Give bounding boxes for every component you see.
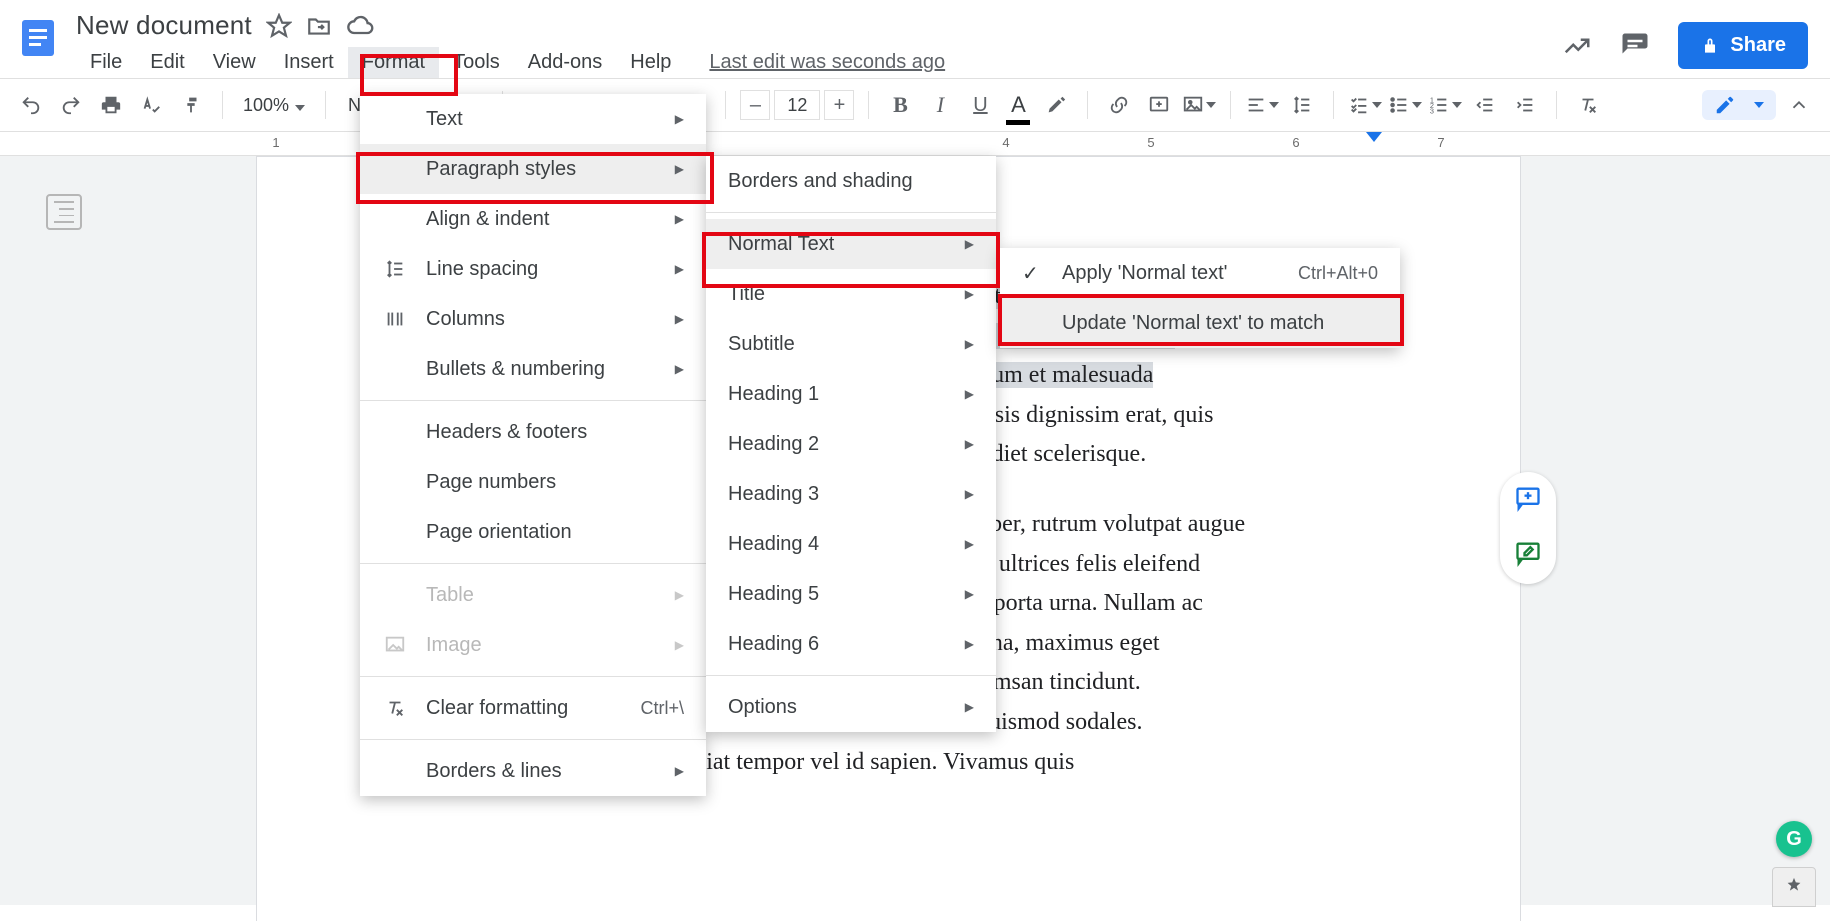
para-options[interactable]: Options▶ (706, 682, 996, 732)
menu-view[interactable]: View (199, 47, 270, 78)
title-bar: New document File Edit View Insert Forma… (0, 0, 1830, 78)
menu-insert[interactable]: Insert (270, 47, 348, 78)
ruler-tick: 7 (1437, 135, 1444, 150)
text-color-icon[interactable]: A (1003, 88, 1033, 122)
clear-format-icon[interactable] (1571, 88, 1605, 122)
grammarly-icon[interactable]: G (1776, 821, 1812, 857)
bulleted-list-icon[interactable] (1388, 88, 1422, 122)
line-spacing-icon[interactable] (1285, 88, 1319, 122)
para-subtitle[interactable]: Subtitle▶ (706, 319, 996, 369)
para-h4[interactable]: Heading 4▶ (706, 519, 996, 569)
format-image: Image▶ (360, 620, 706, 670)
para-h1[interactable]: Heading 1▶ (706, 369, 996, 419)
format-page-orientation[interactable]: Page orientation (360, 507, 706, 557)
menu-edit[interactable]: Edit (136, 47, 198, 78)
svg-text:3: 3 (1430, 106, 1434, 115)
ruler[interactable]: 1 4 5 6 7 (0, 132, 1830, 156)
format-columns[interactable]: Columns▶ (360, 294, 706, 344)
indent-increase-icon[interactable] (1508, 88, 1542, 122)
paint-format-icon[interactable] (174, 88, 208, 122)
paragraph-styles-menu: Borders and shading Normal Text▶ Title▶ … (706, 156, 996, 732)
move-icon[interactable] (306, 13, 332, 39)
explore-button[interactable] (1772, 867, 1816, 907)
para-h3[interactable]: Heading 3▶ (706, 469, 996, 519)
checklist-icon[interactable] (1348, 88, 1382, 122)
normal-text-submenu: ✓Apply 'Normal text'Ctrl+Alt+0 Update 'N… (1000, 248, 1400, 348)
menu-help[interactable]: Help (616, 47, 685, 78)
menu-format[interactable]: Format (348, 47, 439, 78)
toolbar: 100% Normal text Times New … – 12 + B I … (0, 78, 1830, 132)
font-size-stepper: – 12 + (740, 90, 854, 120)
spellcheck-icon[interactable] (134, 88, 168, 122)
ruler-tick: 4 (1002, 135, 1009, 150)
para-h5[interactable]: Heading 5▶ (706, 569, 996, 619)
menu-addons[interactable]: Add-ons (514, 47, 617, 78)
print-icon[interactable] (94, 88, 128, 122)
ruler-tick: 5 (1147, 135, 1154, 150)
bold-icon[interactable]: B (883, 88, 917, 122)
format-text[interactable]: Text▶ (360, 94, 706, 144)
zoom-select[interactable]: 100% (237, 95, 311, 116)
italic-icon[interactable]: I (923, 88, 957, 122)
format-headers[interactable]: Headers & footers (360, 407, 706, 457)
para-h2[interactable]: Heading 2▶ (706, 419, 996, 469)
last-edit-link[interactable]: Last edit was seconds ago (709, 51, 945, 74)
format-menu: Text▶ Paragraph styles▶ Align & indent▶ … (360, 94, 706, 796)
font-size-minus[interactable]: – (740, 90, 770, 120)
doc-title[interactable]: New document (76, 10, 252, 41)
update-normal[interactable]: Update 'Normal text' to match (1000, 298, 1400, 348)
insert-image-icon[interactable] (1182, 88, 1216, 122)
font-size-value[interactable]: 12 (774, 90, 820, 120)
format-align[interactable]: Align & indent▶ (360, 194, 706, 244)
ruler-tick: 6 (1292, 135, 1299, 150)
align-icon[interactable] (1245, 88, 1279, 122)
share-label: Share (1730, 34, 1786, 57)
insert-link-icon[interactable] (1102, 88, 1136, 122)
apply-normal[interactable]: ✓Apply 'Normal text'Ctrl+Alt+0 (1000, 248, 1400, 298)
share-button[interactable]: Share (1678, 22, 1808, 69)
star-icon[interactable] (266, 13, 292, 39)
format-page-numbers[interactable]: Page numbers (360, 457, 706, 507)
undo-icon[interactable] (14, 88, 48, 122)
format-table: Table▶ (360, 570, 706, 620)
add-comment-floating-icon[interactable] (1514, 484, 1542, 517)
font-size-plus[interactable]: + (824, 90, 854, 120)
underline-icon[interactable]: U (963, 88, 997, 122)
para-h6[interactable]: Heading 6▶ (706, 619, 996, 669)
numbered-list-icon[interactable]: 123 (1428, 88, 1462, 122)
title-area: New document File Edit View Insert Forma… (62, 8, 945, 78)
format-clear[interactable]: Clear formattingCtrl+\ (360, 683, 706, 733)
format-bullets[interactable]: Bullets & numbering▶ (360, 344, 706, 394)
ruler-tick: 1 (272, 135, 279, 150)
collapse-toolbar-icon[interactable] (1782, 88, 1816, 122)
para-borders-shading[interactable]: Borders and shading (706, 156, 996, 206)
floating-actions (1500, 472, 1556, 584)
para-title[interactable]: Title▶ (706, 269, 996, 319)
para-normal[interactable]: Normal Text▶ (706, 219, 996, 269)
highlight-icon[interactable] (1039, 88, 1073, 122)
menu-file[interactable]: File (76, 47, 136, 78)
cloud-status-icon[interactable] (346, 12, 374, 40)
menu-bar: File Edit View Insert Format Tools Add-o… (62, 41, 945, 78)
add-comment-icon[interactable] (1142, 88, 1176, 122)
comments-icon[interactable] (1620, 31, 1650, 61)
menu-tools[interactable]: Tools (439, 47, 514, 78)
redo-icon[interactable] (54, 88, 88, 122)
format-borders-lines[interactable]: Borders & lines▶ (360, 746, 706, 796)
suggest-edits-floating-icon[interactable] (1514, 539, 1542, 572)
indent-decrease-icon[interactable] (1468, 88, 1502, 122)
ruler-right-indent-icon[interactable] (1366, 132, 1382, 142)
editing-mode-button[interactable] (1702, 90, 1776, 120)
docs-logo[interactable] (14, 8, 62, 68)
activity-icon[interactable] (1562, 31, 1592, 61)
format-line-spacing[interactable]: Line spacing▶ (360, 244, 706, 294)
format-paragraph-styles[interactable]: Paragraph styles▶ (360, 144, 706, 194)
outline-toggle-icon[interactable] (46, 194, 82, 230)
